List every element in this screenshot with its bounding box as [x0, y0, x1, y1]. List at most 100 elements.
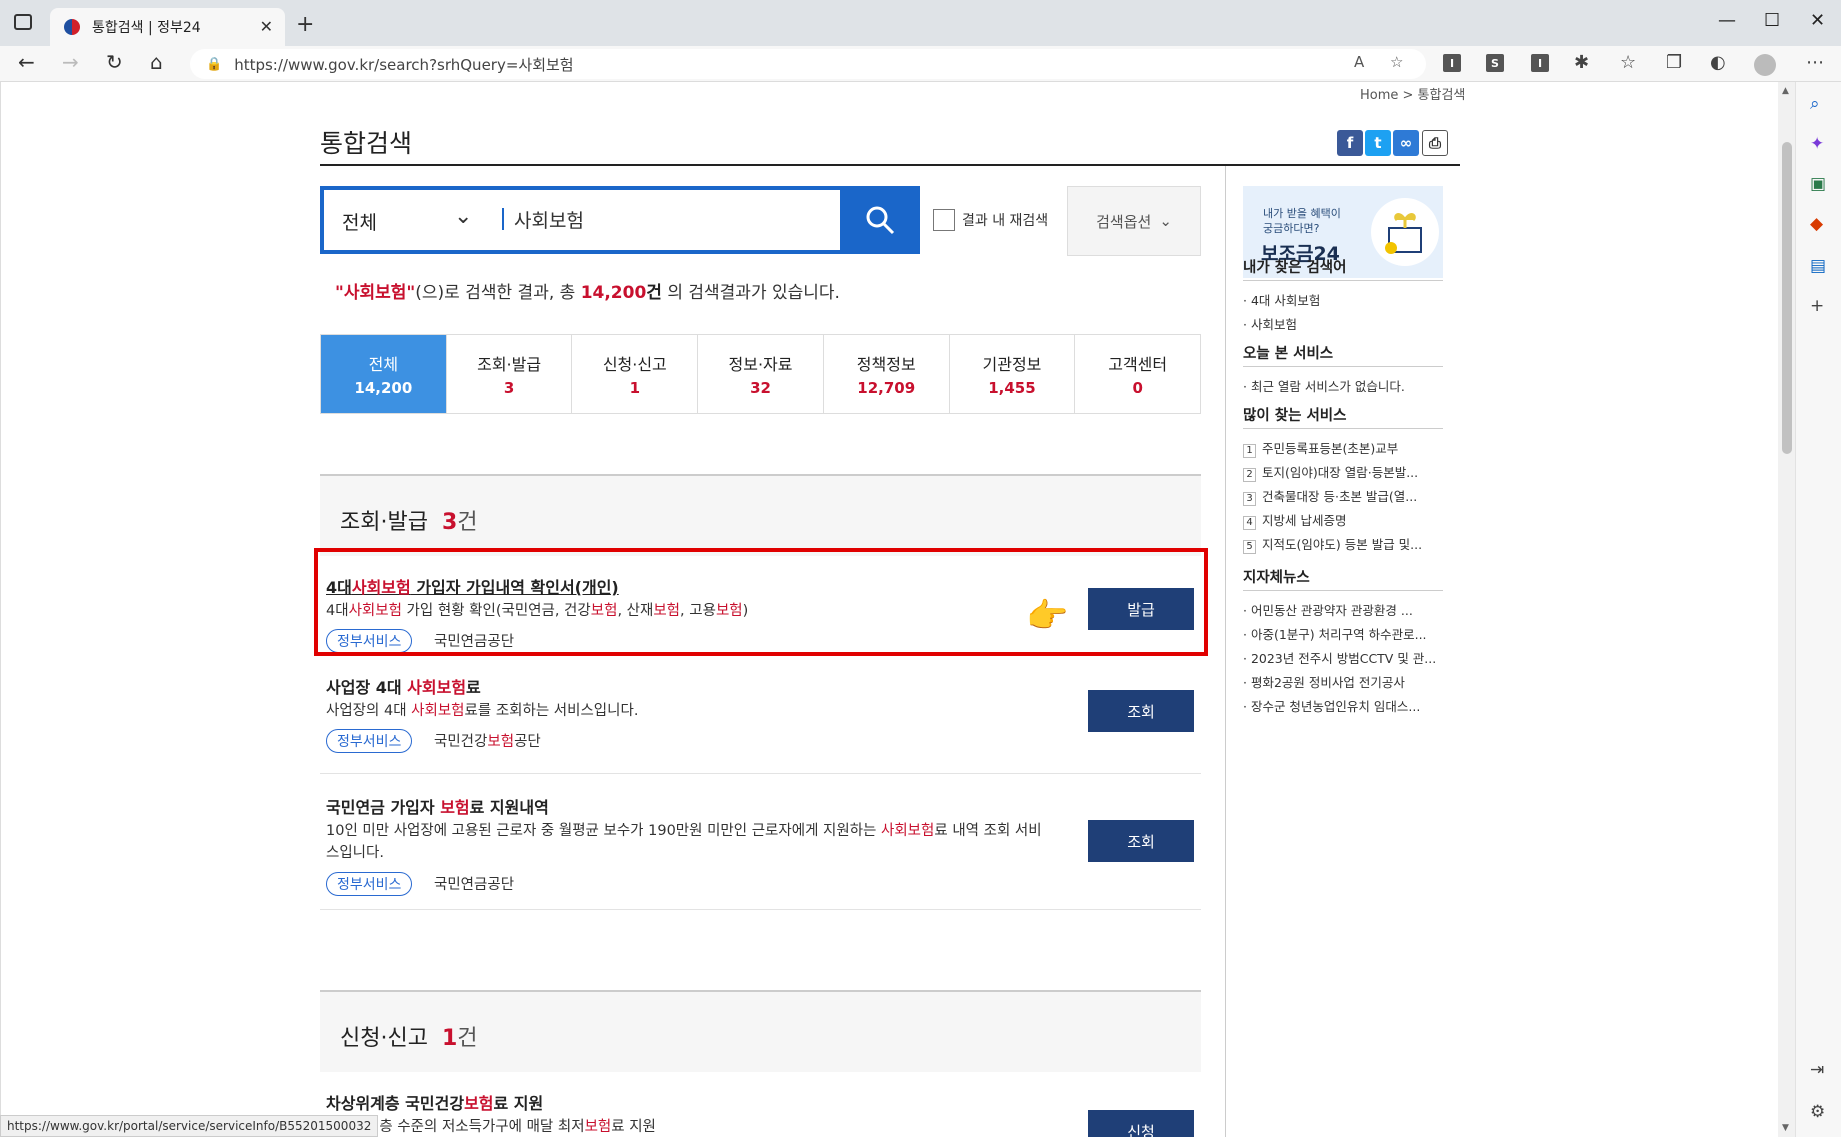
result-description: 사업장의 4대 사회보험료를 조회하는 서비스입니다. [326, 703, 639, 719]
service-type-badge: 정부서비스 [326, 729, 413, 753]
lock-icon[interactable]: 🔒 [206, 57, 222, 72]
tab-lookup-issue[interactable]: 조회·발급 3 [445, 335, 572, 413]
tab-all[interactable]: 전체 14,200 [321, 335, 446, 413]
facebook-share-icon[interactable]: f [1337, 130, 1363, 156]
tab-policy[interactable]: 정책정보 12,709 [822, 335, 949, 413]
tab-info-data[interactable]: 정보·자료 32 [697, 335, 823, 413]
today-viewed-title: 오늘 본 서비스 [1243, 346, 1334, 362]
result-summary: "사회보험"(으)로 검색한 결과, 총 14,200건 의 검색결과가 있습니… [335, 278, 840, 303]
column-divider [1225, 166, 1226, 1137]
local-news-item[interactable]: · 아중(1분구) 처리구역 하수관로... [1243, 624, 1427, 643]
local-news-item[interactable]: · 어민동산 관광약자 관광환경 ... [1243, 600, 1413, 619]
search-button[interactable] [840, 186, 920, 254]
tools-icon[interactable]: ▣ [1810, 174, 1826, 194]
search-scope-select[interactable]: 전체 [342, 208, 377, 235]
extensions-puzzle-icon[interactable]: ✱ [1574, 52, 1589, 73]
profile-avatar[interactable] [1754, 54, 1776, 76]
popular-service-item[interactable]: 4 지방세 납세증명 [1243, 510, 1346, 530]
search-options-button[interactable]: 검색옵션 ⌄ [1067, 186, 1201, 256]
home-icon[interactable]: ⌂ [150, 50, 163, 74]
result-item: 국민연금 가입자 보험료 지원내역 10인 미만 사업장에 고용된 근로자 중 … [320, 774, 1201, 910]
summary-tail: 의 검색결과가 있습니다. [661, 283, 840, 303]
result-title-link[interactable]: 차상위계층 국민건강보험료 지원 [326, 1090, 543, 1114]
office-icon[interactable]: ◆ [1810, 214, 1823, 234]
local-news-item[interactable]: · 장수군 청년농업인유치 임대스... [1243, 696, 1420, 715]
popular-service-item[interactable]: 5 지적도(임야도) 등본 발급 및... [1243, 534, 1422, 554]
refresh-icon[interactable]: ↻ [106, 50, 123, 74]
search-caret [502, 208, 504, 230]
outlook-icon[interactable]: ▤ [1810, 256, 1826, 276]
close-tab-icon[interactable]: ✕ [260, 17, 273, 36]
minimize-icon[interactable]: — [1718, 10, 1736, 31]
extension-icon[interactable]: S [1486, 54, 1504, 72]
read-aloud-icon[interactable]: A [1354, 53, 1364, 71]
favorites-icon[interactable]: ☆ [1620, 52, 1636, 73]
search-icon [866, 206, 895, 235]
summary-term: "사회보험" [335, 283, 416, 303]
maximize-icon[interactable]: ☐ [1764, 10, 1780, 31]
popular-service-item[interactable]: 3 건축물대장 등·초본 발급(열... [1243, 486, 1417, 506]
divider [1243, 366, 1443, 367]
extension-icon[interactable]: I [1443, 54, 1461, 72]
local-news-item[interactable]: · 2023년 전주시 방범CCTV 및 관... [1243, 648, 1436, 667]
edge-bar-icon[interactable]: ◐ [1710, 52, 1726, 73]
search-within-label[interactable]: 결과 내 재검색 [962, 210, 1048, 230]
my-search-item[interactable]: · 사회보험 [1243, 314, 1297, 333]
today-viewed-empty: · 최근 열람 서비스가 없습니다. [1243, 379, 1405, 394]
browser-tab[interactable]: 통합검색 | 정부24 ✕ [50, 8, 285, 46]
result-item: 사업장 4대 사회보험료 사업장의 4대 사회보험료를 조회하는 서비스입니다.… [320, 656, 1201, 774]
tab-count: 1 [629, 379, 641, 397]
section-count: 3 [441, 510, 458, 535]
result-title-link[interactable]: 사업장 4대 사회보험료 [326, 674, 481, 698]
more-menu-icon[interactable]: ⋯ [1806, 52, 1824, 73]
tab-actions-icon[interactable] [14, 14, 32, 30]
tab-label: 정책정보 [856, 355, 916, 374]
tab-agency[interactable]: 기관정보 1,455 [948, 335, 1075, 413]
popular-service-item[interactable]: 2 토지(임야)대장 열람·등본발... [1243, 462, 1418, 482]
new-tab-icon[interactable]: + [296, 12, 314, 37]
extension-icon[interactable]: I [1531, 54, 1549, 72]
favorite-star-icon[interactable]: ☆ [1390, 53, 1403, 71]
collections-icon[interactable]: ❐ [1666, 52, 1682, 73]
divider [1243, 428, 1443, 429]
hide-sidebar-icon[interactable]: ⇥ [1810, 1060, 1824, 1080]
tab-label: 조회·발급 [477, 355, 542, 374]
search-within-checkbox[interactable] [933, 209, 955, 231]
add-sidebar-icon[interactable]: + [1810, 296, 1824, 316]
scrollbar-thumb[interactable] [1782, 142, 1792, 454]
pointing-hand-icon: 👉 [1026, 596, 1069, 636]
print-icon[interactable]: ⎙ [1422, 130, 1448, 156]
forward-icon[interactable]: → [62, 50, 79, 74]
settings-gear-icon[interactable]: ⚙ [1810, 1102, 1825, 1122]
window-close-icon[interactable]: ✕ [1810, 10, 1825, 31]
twitter-share-icon[interactable]: t [1365, 130, 1391, 156]
lookup-button[interactable]: 조회 [1088, 690, 1194, 732]
category-tabs: 전체 14,200 조회·발급 3 신청·신고 1 정보·자료 32 정책정보 12,70… [320, 334, 1201, 414]
search-icon[interactable]: ⌕ [1810, 94, 1820, 114]
tab-apply-report[interactable]: 신청·신고 1 [571, 335, 697, 413]
back-icon[interactable]: ← [18, 50, 35, 74]
lookup-button[interactable]: 조회 [1088, 820, 1194, 862]
link-share-icon[interactable]: ∞ [1393, 130, 1419, 156]
copilot-icon[interactable]: ✦ [1810, 134, 1824, 154]
popular-service-item[interactable]: 1 주민등록표등본(초본)교부 [1243, 438, 1398, 458]
result-description: 10인 미만 사업장에 고용된 근로자 중 월평균 보수가 190만원 미만인 … [326, 823, 1042, 861]
scroll-up-icon[interactable]: ▲ [1782, 86, 1789, 96]
section-header-apply: 신청·신고 1건 [320, 990, 1201, 1072]
tab-count: 3 [503, 379, 515, 397]
tab-customer-center[interactable]: 고객센터 0 [1074, 335, 1200, 413]
section-title: 신청·신고 1건 [340, 1020, 478, 1052]
title-divider [320, 164, 1460, 166]
search-input[interactable] [514, 202, 814, 236]
result-title-link[interactable]: 국민연금 가입자 보험료 지원내역 [326, 794, 549, 818]
section-title: 조회·발급 3건 [340, 504, 478, 536]
my-search-item[interactable]: · 4대 사회보험 [1243, 290, 1320, 309]
local-news-item[interactable]: · 평화2공원 정비사업 전기공사 [1243, 672, 1405, 691]
chevron-down-icon[interactable]: ⌄ [454, 204, 472, 229]
apply-button[interactable]: 신청 [1088, 1110, 1194, 1137]
breadcrumb[interactable]: Home > 통합검색 [1360, 84, 1465, 103]
agency-name: 국민연금공단 [434, 877, 515, 893]
address-bar[interactable]: 🔒 https://www.gov.kr/search?srhQuery=사회보… [190, 49, 1426, 79]
scroll-down-icon[interactable]: ▼ [1782, 1123, 1789, 1133]
page-scrollbar[interactable]: ▲ ▼ [1778, 82, 1795, 1137]
